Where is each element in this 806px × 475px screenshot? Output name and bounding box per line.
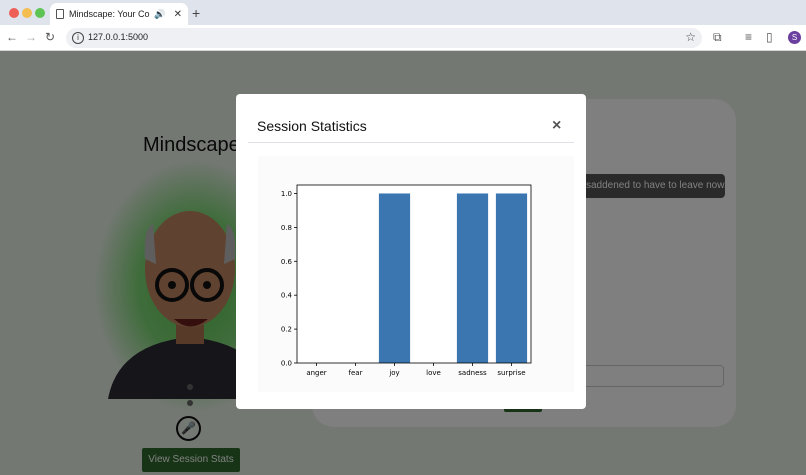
- extensions-icon[interactable]: ⧉: [713, 30, 722, 45]
- y-tick-label: 0.4: [281, 292, 293, 300]
- close-tab-icon[interactable]: ✕: [174, 9, 182, 20]
- site-info-icon[interactable]: i: [72, 32, 84, 44]
- modal-title: Session Statistics: [257, 118, 367, 134]
- x-tick-label: fear: [349, 369, 363, 377]
- x-tick-label: joy: [388, 369, 399, 377]
- y-tick-label: 0.6: [281, 258, 293, 266]
- modal-divider: [248, 142, 574, 143]
- reload-icon[interactable]: ↻: [45, 30, 55, 44]
- modal-close-button[interactable]: ×: [552, 117, 561, 135]
- bar-joy: [378, 193, 411, 363]
- close-window-button[interactable]: [9, 8, 19, 18]
- browser-toolbar: ← → ↻ i 127.0.0.1:5000 ☆ ⧉ ≡ ▯ S: [0, 25, 806, 51]
- x-tick-label: sadness: [458, 369, 487, 377]
- speaker-icon[interactable]: 🔊: [154, 9, 165, 20]
- y-tick-label: 0.8: [281, 224, 292, 232]
- x-tick-label: surprise: [497, 369, 525, 377]
- y-tick-label: 1.0: [281, 190, 292, 198]
- minimize-window-button[interactable]: [22, 8, 32, 18]
- new-tab-button[interactable]: +: [192, 5, 200, 21]
- back-icon[interactable]: ←: [6, 30, 18, 44]
- url-text: 127.0.0.1:5000: [88, 32, 149, 42]
- browser-tab-bar: Mindscape: Your Confide 🔊 ✕ +: [0, 0, 806, 25]
- browser-tab[interactable]: Mindscape: Your Confide 🔊 ✕: [50, 3, 188, 25]
- reading-list-icon[interactable]: ≡: [745, 30, 752, 44]
- forward-icon[interactable]: →: [25, 30, 37, 44]
- emotion-bar-chart: anger fear joy love sadness surprise 0.0 0.2 0.4…: [281, 184, 532, 377]
- y-tick-label: 0.2: [281, 326, 292, 334]
- document-icon: [56, 9, 64, 19]
- bar-sadness: [456, 193, 489, 363]
- tab-title: Mindscape: Your Confide: [69, 9, 150, 19]
- chart-container: anger fear joy love sadness surprise 0.0 0.2 0.4…: [258, 156, 574, 392]
- bar-surprise: [495, 193, 528, 363]
- y-tick-label: 0.0: [281, 360, 292, 368]
- address-bar[interactable]: i 127.0.0.1:5000 ☆: [66, 28, 702, 48]
- x-tick-label: love: [426, 369, 441, 377]
- bookmark-star-icon[interactable]: ☆: [685, 30, 696, 44]
- session-statistics-modal: Session Statistics × anger fear joy love sad…: [236, 94, 586, 409]
- side-panel-icon[interactable]: ▯: [766, 30, 773, 44]
- profile-avatar[interactable]: S: [788, 31, 801, 44]
- x-tick-label: anger: [306, 369, 326, 377]
- maximize-window-button[interactable]: [35, 8, 45, 18]
